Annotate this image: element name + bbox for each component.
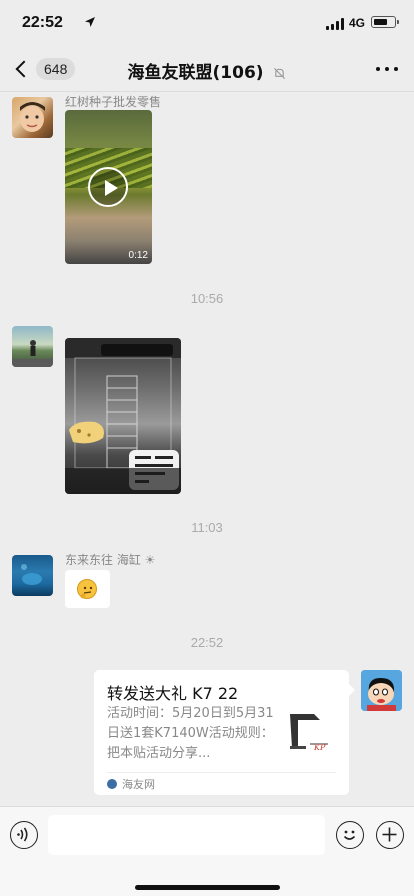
thinking-emoji-icon [77,579,97,599]
chat-title[interactable]: 海鱼友联盟(106) [0,58,414,83]
avatar-cartoon [361,670,402,711]
avatar-person [12,340,53,367]
avatar-underwater [21,564,42,585]
avatar[interactable] [12,555,53,596]
link-card-message[interactable]: 转发送大礼 K7 22 活动时间：5月20日到5月31日送1套K7140W活动规… [94,670,355,795]
link-card-description: 活动时间：5月20日到5月31日送1套K7140W活动规则：把本贴活动分享... [107,706,274,761]
link-card-thumbnail: KP [290,714,328,752]
image-content [65,338,181,494]
link-card-source: 海友网 [107,776,155,792]
plus-icon[interactable] [376,821,404,849]
link-card-title: 转发送大礼 K7 22 [107,684,239,703]
play-icon[interactable] [88,167,128,207]
chat-title-text: 海鱼友联盟(106) [127,63,264,83]
source-logo-icon [107,779,117,789]
sticker-message[interactable] [65,570,110,608]
nav-bar: 648 海鱼友联盟(106) [0,46,414,92]
avatar[interactable] [12,97,53,138]
avatar-face [20,102,45,132]
battery-icon [371,16,399,28]
svg-text:KP: KP [313,743,326,752]
location-arrow-icon [85,17,95,27]
message-input[interactable] [48,815,325,855]
timestamp: 11:03 [191,520,223,535]
timestamp: 22:52 [190,635,224,650]
emoji-icon[interactable] [336,821,364,849]
voice-icon[interactable] [10,821,38,849]
network-label: 4G [349,16,366,30]
home-indicator [135,885,280,890]
status-bar: 22:52 4G [0,0,414,46]
input-bar [0,806,414,896]
sender-name: 红树种子批发零售 [65,95,162,109]
link-card-divider [107,772,336,773]
more-dots-icon[interactable] [376,60,400,78]
self-avatar[interactable] [361,670,402,711]
avatar[interactable] [12,326,53,367]
video-message[interactable]: 0:12 [65,110,152,264]
status-time: 22:52 [22,14,63,31]
signal-icon [326,18,344,30]
sender-name: 东来东往 海缸 ☀ [65,553,156,567]
image-message[interactable] [65,338,181,494]
video-duration: 0:12 [128,250,148,261]
timestamp: 10:56 [190,291,224,306]
bell-slash-icon [274,67,286,79]
link-card-source-label: 海友网 [122,778,155,791]
